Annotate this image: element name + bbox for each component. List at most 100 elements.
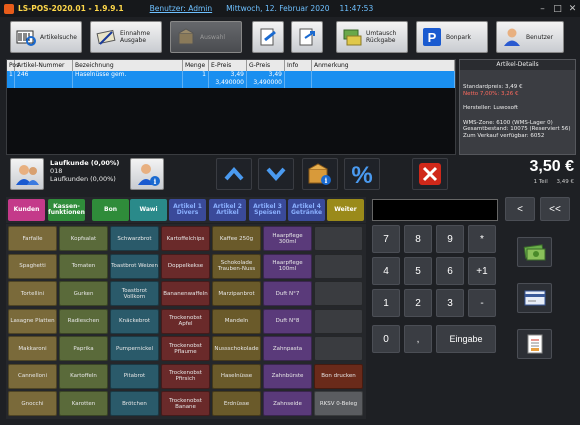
col-info[interactable]: Info [285, 60, 312, 71]
product-button[interactable]: Haarpflege 100ml [263, 253, 312, 279]
product-button[interactable]: Bon drucken [314, 363, 363, 389]
product-button[interactable]: Toastbrot Weizen [110, 253, 159, 279]
category-tab-9[interactable]: Weiter [327, 199, 364, 221]
user-link[interactable]: Benutzer: Admin [150, 4, 213, 13]
product-button[interactable]: Haselnüsse [212, 363, 261, 389]
product-button[interactable]: Brötchen [110, 391, 159, 416]
key-2[interactable]: 8 [404, 225, 432, 253]
product-button[interactable] [314, 308, 363, 334]
einnahme-ausgabe-button[interactable]: Einnahme Ausgabe [90, 21, 162, 53]
col-artikel-nummer[interactable]: Artikel-Nummer [15, 60, 73, 71]
product-button[interactable]: Pitabrot [110, 363, 159, 389]
category-tab-1[interactable]: Kunden [8, 199, 45, 221]
article-info-button[interactable]: i [302, 158, 338, 190]
product-button[interactable]: Paprika [59, 336, 108, 361]
category-tab-7[interactable]: Artikel 3 Speisen [249, 199, 286, 221]
col-anmerkung[interactable]: Anmerkung [312, 60, 455, 71]
key-12[interactable]: - [468, 289, 496, 317]
category-tab-4[interactable]: Wawi [130, 199, 167, 221]
key-10[interactable]: 2 [404, 289, 432, 317]
product-button[interactable]: Erdnüsse [212, 391, 261, 416]
product-button[interactable]: Makkaroni [8, 336, 57, 361]
customer-select-button[interactable] [10, 158, 44, 190]
key-6[interactable]: 5 [404, 257, 432, 285]
product-button[interactable]: Tomaten [59, 253, 108, 279]
auswahl-button[interactable]: Auswahl [170, 21, 242, 53]
product-button[interactable]: Gurken [59, 281, 108, 306]
product-button[interactable]: RKSV 0-Beleg [314, 391, 363, 416]
key-4[interactable]: * [468, 225, 496, 253]
key-3[interactable]: 9 [436, 225, 464, 253]
product-button[interactable]: Knäckebrot [110, 308, 159, 334]
category-tab-2[interactable]: Kassen-funktionen [48, 199, 85, 221]
input-display[interactable] [372, 199, 498, 221]
product-button[interactable]: Tortellini [8, 281, 57, 306]
card-payment-button[interactable] [517, 283, 552, 313]
product-button[interactable]: Farfalle [8, 226, 57, 251]
category-tab-5[interactable]: Artikel 1 Divers [169, 199, 206, 221]
product-button[interactable]: Mandeln [212, 308, 261, 334]
product-button[interactable]: Trockenobst Banane [161, 391, 210, 416]
cash-payment-button[interactable] [517, 237, 552, 267]
product-button[interactable]: Marzipanbrot [212, 281, 261, 306]
key-8[interactable]: +1 [468, 257, 496, 285]
category-tab-3[interactable]: Bon [92, 199, 129, 221]
col-pos[interactable]: Pos [7, 60, 19, 71]
col-e-preis[interactable]: E-Preis [209, 60, 247, 71]
product-button[interactable]: Trockenobst Pflaume [161, 336, 210, 361]
product-button[interactable]: Kartoffeln [59, 363, 108, 389]
product-button[interactable] [314, 226, 363, 251]
discount-button[interactable]: % [344, 158, 380, 190]
product-button[interactable] [314, 281, 363, 306]
product-button[interactable]: Schokolade Trauben-Nuss [212, 253, 261, 279]
minimize-icon[interactable]: – [535, 0, 550, 17]
customer-info-button[interactable]: i [130, 158, 164, 190]
key-9[interactable]: 1 [372, 289, 400, 317]
product-button[interactable]: Spaghetti [8, 253, 57, 279]
product-button[interactable] [314, 253, 363, 279]
bonpark-button[interactable]: P Bonpark [416, 21, 488, 53]
product-button[interactable]: Zahnseide [263, 391, 312, 416]
product-button[interactable]: Kartoffelchips [161, 226, 210, 251]
col-bezeichnung[interactable]: Bezeichnung [73, 60, 183, 71]
product-button[interactable]: Zahnpasta [263, 336, 312, 361]
product-button[interactable]: Toastbrot Vollkorn [110, 281, 159, 306]
product-button[interactable]: Trockenobst Apfel [161, 308, 210, 334]
col-menge[interactable]: Menge [183, 60, 209, 71]
enter-button[interactable]: Eingabe [436, 325, 496, 353]
product-button[interactable]: Nussschokolade [212, 336, 261, 361]
product-button[interactable]: Trockenobst Pfirsich [161, 363, 210, 389]
backspace-button[interactable]: < [505, 197, 535, 221]
product-button[interactable]: Kopfsalat [59, 226, 108, 251]
scroll-down-button[interactable] [258, 158, 294, 190]
table-row[interactable]: 1 246 Haselnüsse gem. 1 3,49 3,490000 3,4… [7, 71, 455, 88]
product-button[interactable]: Zahnbürste [263, 363, 312, 389]
product-button[interactable]: Radieschen [59, 308, 108, 334]
category-tab-6[interactable]: Artikel 2 Artikel [209, 199, 246, 221]
cancel-item-button[interactable] [412, 158, 448, 190]
key-11[interactable]: 3 [436, 289, 464, 317]
key-7[interactable]: 6 [436, 257, 464, 285]
product-button[interactable]: Cannelloni [8, 363, 57, 389]
product-button[interactable] [314, 336, 363, 361]
key-5[interactable]: 4 [372, 257, 400, 285]
product-button[interactable]: Haarpflege 300ml [263, 226, 312, 251]
key-13[interactable]: 0 [372, 325, 400, 353]
product-button[interactable]: Bananenwaffeln [161, 281, 210, 306]
close-window-icon[interactable]: ✕ [565, 0, 580, 17]
umtausch-rueckgabe-button[interactable]: Umtausch Rückgabe [336, 21, 408, 53]
col-g-preis[interactable]: G-Preis [247, 60, 285, 71]
product-button[interactable]: Duft N°8 [263, 308, 312, 334]
product-button[interactable]: Karotten [59, 391, 108, 416]
scroll-up-button[interactable] [216, 158, 252, 190]
product-button[interactable]: Kaffee 250g [212, 226, 261, 251]
product-button[interactable]: Lasagne Platten [8, 308, 57, 334]
product-button[interactable]: Duft N°7 [263, 281, 312, 306]
key-14[interactable]: , [404, 325, 432, 353]
category-tab-8[interactable]: Artikel 4 Getränke [288, 199, 325, 221]
benutzer-button[interactable]: Benutzer [496, 21, 564, 53]
product-button[interactable]: Schwarzbrot [110, 226, 159, 251]
key-1[interactable]: 7 [372, 225, 400, 253]
clear-button[interactable]: << [540, 197, 570, 221]
product-button[interactable]: Gnocchi [8, 391, 57, 416]
